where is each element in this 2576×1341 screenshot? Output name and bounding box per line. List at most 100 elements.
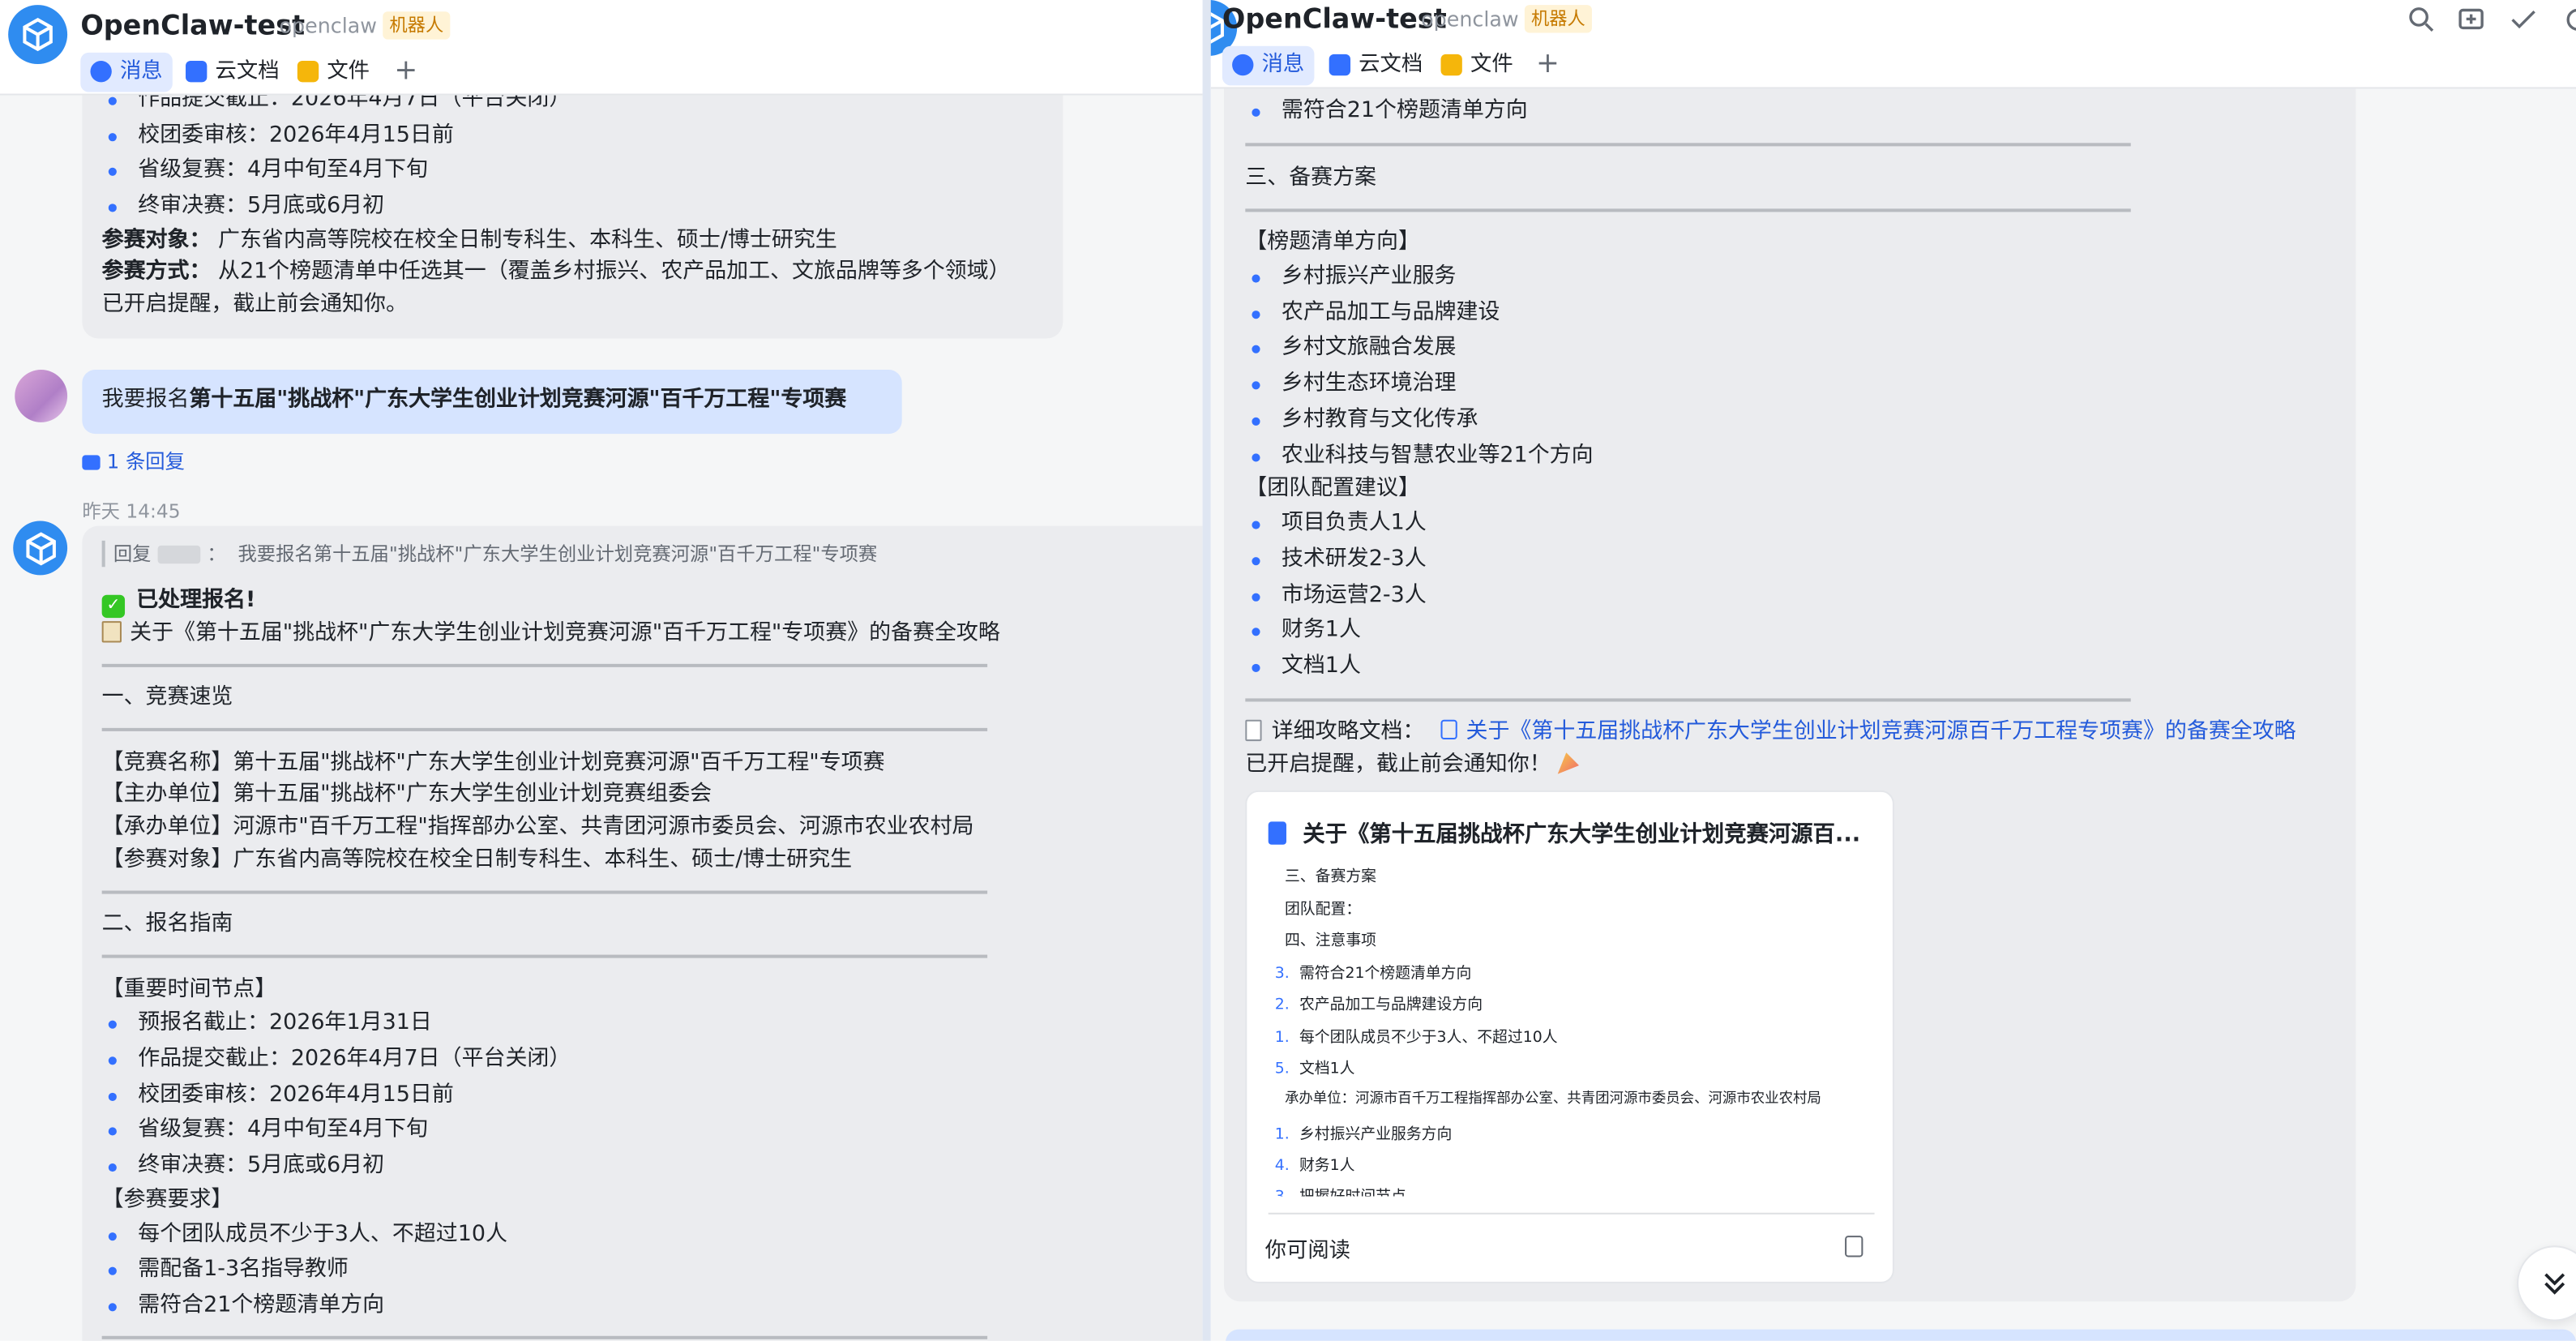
card-separator	[1268, 1212, 1875, 1215]
user-avatar[interactable]	[15, 370, 68, 422]
quote-text: 我要报名第十五届"挑战杯"广东大学生创业计划竞赛河源"百千万工程"专项赛	[237, 542, 878, 566]
divider	[101, 1335, 988, 1339]
card-line: 三、备赛方案	[1284, 868, 1377, 886]
card-line: 团队配置：	[1284, 900, 1362, 919]
list-item: 作品提交截止：2026年4月7日（平台关闭）	[102, 1043, 571, 1077]
done-line: ✓ 已处理报名!	[101, 585, 256, 619]
quote-prefix: 回复	[113, 542, 152, 566]
redacted-name	[157, 545, 201, 564]
card-line: 3.把握好时间节点	[1275, 1183, 1406, 1196]
chat-subtitle: openclaw	[1421, 6, 1519, 32]
composer-edge	[1225, 1329, 2576, 1341]
divider	[101, 954, 988, 958]
section-heading: 一、竞赛速览	[101, 685, 233, 710]
folder-icon	[1440, 54, 1462, 76]
reply-quote[interactable]: 回复 ： 我要报名第十五届"挑战杯"广东大学生创业计划竞赛河源"百千万工程"专项赛	[101, 540, 878, 568]
divider	[101, 663, 988, 667]
pane-divider[interactable]	[1202, 0, 1211, 1341]
bot-badge: 机器人	[383, 11, 451, 40]
copy-icon[interactable]	[1845, 1236, 1864, 1257]
folder-icon	[297, 60, 319, 83]
tab-files[interactable]: 文件	[1431, 46, 1523, 86]
tab-label: 文件	[327, 58, 370, 84]
bot-avatar[interactable]	[13, 521, 68, 576]
tab-cloud-docs[interactable]: 云文档	[1320, 46, 1433, 86]
divider	[101, 727, 988, 731]
about-line: 关于《第十五届"挑战杯"广东大学生创业计划竞赛河源"百千万工程"专项赛》的备赛全…	[101, 618, 1000, 651]
doc-link[interactable]: 关于《第十五届挑战杯广东大学生创业计划竞赛河源百千万工程专项赛》的备赛全攻略	[1466, 720, 2296, 744]
divider	[1245, 143, 2131, 147]
card-title: 关于《第十五届挑战杯广东大学生创业计划竞赛河源百...	[1303, 821, 1861, 848]
party-popper-icon	[1557, 752, 1580, 774]
card-line: 3. 需符合21个榜题清单方向	[1274, 964, 1472, 983]
double-chevron-down-icon	[2544, 1273, 2565, 1295]
target-label: 参赛对象：	[101, 228, 212, 254]
card-line: 1. 每个团队成员不少于3人、不超过10人	[1274, 1028, 1558, 1048]
settings-icon[interactable]	[2561, 3, 2576, 36]
list-item: 乡村振兴产业服务	[1245, 261, 1456, 294]
add-tab-button[interactable]: +	[394, 51, 417, 91]
scroll-to-bottom-button[interactable]	[2517, 1245, 2576, 1322]
notepad-icon	[101, 621, 122, 643]
chat-header: OpenClaw-test openclaw 机器人 消息 云文档 文件 +	[0, 0, 1203, 96]
card-line: 2. 农产品加工与品牌建设方向	[1274, 996, 1483, 1014]
add-chat-icon[interactable]	[2456, 3, 2489, 36]
right-chat-pane: 需符合21个榜题清单方向 三、备赛方案 【榜题清单方向】 乡村振兴产业服务 农产…	[1210, 0, 2576, 1341]
chat-title[interactable]: OpenClaw-test	[80, 10, 305, 41]
list-item: 预报名截止：2026年1月31日	[102, 1007, 432, 1040]
list-item: 校团委审核：2026年4月15日前	[102, 120, 454, 153]
team-heading: 【团队配置建议】	[1245, 476, 1420, 502]
page-icon	[1245, 719, 1262, 742]
about-text: 关于《第十五届"挑战杯"广东大学生创业计划竞赛河源"百千万工程"专项赛》的备赛全…	[130, 621, 1000, 646]
chat-header: OpenClaw-test openclaw 机器人 消息 云文档 文件 +	[1210, 0, 2576, 89]
card-line: 1. 乡村振兴产业服务方向	[1274, 1125, 1453, 1144]
section-heading: 三、备赛方案	[1245, 165, 1377, 191]
list-item: 省级复赛：4月中旬至4月下旬	[102, 155, 428, 188]
time-heading: 【重要时间节点】	[101, 977, 277, 1003]
target-text: 广东省内高等院校在校全日制专科生、本科生、硕士/博士研究生	[217, 228, 837, 254]
card-title-row: 关于《第十五届挑战杯广东大学生创业计划竞赛河源百...	[1268, 815, 1861, 848]
method-label: 参赛方式：	[101, 259, 212, 285]
card-line: 四、注意事项	[1284, 932, 1377, 950]
info-line: 【竞赛名称】第十五届"挑战杯"广东大学生创业计划竞赛河源"百千万工程"专项赛	[101, 751, 885, 776]
doc-icon	[1329, 54, 1351, 76]
tab-label: 文件	[1470, 52, 1513, 78]
list-item: 需配备1-3名指导教师	[102, 1253, 349, 1287]
info-line: 【承办单位】河源市"百千万工程"指挥部办公室、共青团河源市委员会、河源市农业农村…	[101, 815, 974, 840]
check-task-icon[interactable]	[2507, 3, 2540, 36]
search-icon[interactable]	[2405, 3, 2438, 36]
tab-files[interactable]: 文件	[288, 53, 380, 92]
add-tab-button[interactable]: +	[1536, 45, 1560, 84]
card-footer-text: 你可阅读	[1264, 1239, 1351, 1264]
done-text: 已处理报名!	[136, 588, 256, 613]
quote-separator: ：	[207, 542, 226, 566]
tab-label: 消息	[1261, 52, 1305, 78]
list-item: 终审决赛：5月底或6月初	[102, 1150, 384, 1184]
list-item: 技术研发2-3人	[1245, 544, 1427, 577]
reply-count-link[interactable]: 1 条回复	[82, 447, 185, 474]
cube-logo-icon	[23, 17, 53, 52]
list-item: 农业科技与智慧农业等21个方向	[1245, 440, 1594, 473]
bot-logo[interactable]	[8, 5, 68, 65]
divider	[101, 890, 988, 894]
tab-cloud-docs[interactable]: 云文档	[176, 53, 289, 92]
card-line: 承办单位：河源市百千万工程指挥部办公室、共青团河源市委员会、河源市农业农村局	[1284, 1090, 1821, 1108]
list-item: 市场运营2-3人	[1245, 580, 1427, 613]
method-text: 从21个榜题清单中任选其一（覆盖乡村振兴、农产品加工、文旅品牌等多个领域）	[217, 259, 1011, 285]
doc-preview-card[interactable]: 关于《第十五届挑战杯广东大学生创业计划竞赛河源百... 三、备赛方案 团队配置：…	[1245, 790, 1894, 1283]
tab-messages[interactable]: 消息	[1222, 45, 1315, 86]
left-chat-pane: 作品提交截止：2026年4月7日（平台关闭） 校团委审核：2026年4月15日前…	[0, 0, 1203, 1341]
list-item: 每个团队成员不少于3人、不超过10人	[102, 1219, 507, 1253]
tab-label: 云文档	[1359, 52, 1423, 78]
reply-count-text: 1 条回复	[106, 450, 185, 473]
chat-bubble-icon	[90, 60, 112, 83]
chat-title[interactable]: OpenClaw-test	[1222, 3, 1447, 35]
dir-heading: 【榜题清单方向】	[1245, 229, 1420, 255]
card-line: 4. 财务1人	[1274, 1156, 1355, 1176]
user-message-text: 我要报名第十五届"挑战杯"广东大学生创业计划竞赛河源"百千万工程"专项赛	[102, 384, 847, 418]
user-message-prefix: 我要报名	[101, 388, 190, 413]
thread-icon	[82, 455, 101, 470]
tab-messages[interactable]: 消息	[80, 52, 173, 92]
info-line: 【主办单位】第十五届"挑战杯"广东大学生创业计划竞赛组委会	[101, 782, 712, 808]
list-item: 乡村教育与文化传承	[1245, 405, 1478, 438]
